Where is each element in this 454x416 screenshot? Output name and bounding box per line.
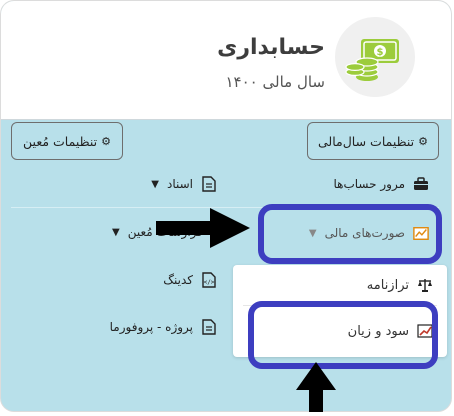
- gears-icon: ⚙: [418, 134, 429, 148]
- menu-project-proforma-label: پروژه - پروفورما: [109, 320, 193, 334]
- app-title: حسابداری: [217, 35, 325, 60]
- fiscal-year-label: سال مالی ۱۴۰۰: [225, 73, 326, 91]
- highlight-financial-statements: [258, 204, 442, 264]
- fiscal-year-settings-label: تنظیمات سال‌مالی: [317, 133, 415, 149]
- highlight-profit-loss: [248, 301, 438, 369]
- menu-coding-label: کدینگ: [163, 273, 193, 287]
- code-file-icon: </>: [201, 272, 217, 288]
- moein-settings-label: تنظیمات مُعین: [23, 133, 98, 149]
- menu-documents[interactable]: اسناد ▼: [151, 176, 217, 192]
- arrow-right-icon: [156, 208, 250, 248]
- dropdown-item-balance-sheet-label: ترازنامه: [366, 277, 409, 293]
- moein-settings-button[interactable]: ⚙ تنظیمات مُعین: [11, 122, 123, 160]
- svg-text:$: $: [377, 47, 384, 58]
- menu-documents-label: اسناد: [166, 177, 193, 191]
- menu-accounts-overview-label: مرور حساب‌ها: [333, 177, 405, 191]
- menu-project-proforma[interactable]: پروژه - پروفورما: [110, 319, 217, 335]
- scales-icon: [417, 277, 433, 293]
- dropdown-item-balance-sheet[interactable]: ترازنامه: [367, 277, 433, 293]
- caret-down-icon: ▼: [112, 226, 120, 238]
- svg-text:</>: </>: [204, 279, 215, 286]
- fiscal-year-settings-button[interactable]: ⚙ تنظیمات سال‌مالی: [307, 122, 439, 160]
- money-icon: $: [345, 39, 399, 81]
- briefcase-icon: [413, 176, 429, 192]
- document-icon: [201, 319, 217, 335]
- menu-accounts-overview[interactable]: مرور حساب‌ها: [333, 176, 429, 192]
- gears-icon: ⚙: [101, 134, 111, 148]
- app-header: $ حسابداری سال مالی ۱۴۰۰: [1, 1, 451, 120]
- app-logo: $: [335, 17, 415, 97]
- document-icon: [201, 176, 217, 192]
- caret-down-icon: ▼: [151, 178, 159, 190]
- menu-coding[interactable]: </> کدینگ: [163, 272, 217, 288]
- arrow-up-icon: [296, 362, 336, 412]
